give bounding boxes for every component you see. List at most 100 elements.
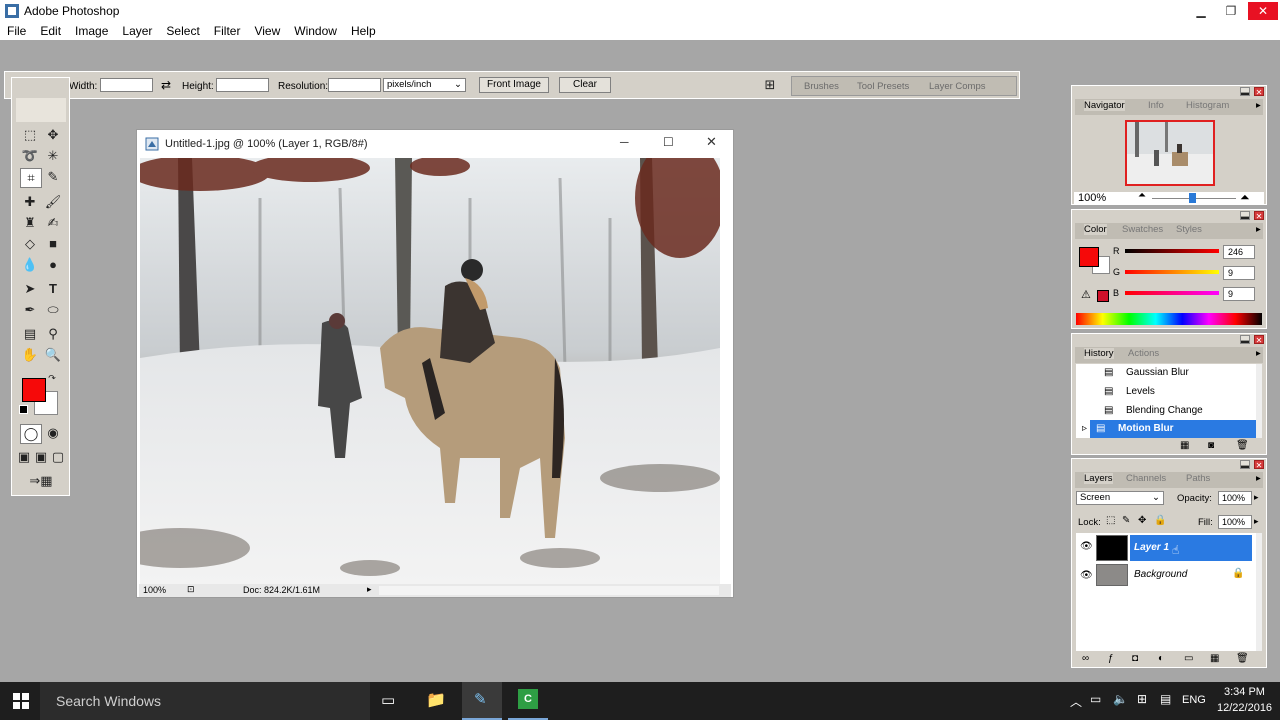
palette-minimize-icon[interactable]: ▬ (1240, 460, 1250, 470)
history-brush-tool-icon[interactable]: ✍ (43, 214, 63, 232)
opacity-input[interactable]: 100% (1218, 491, 1252, 505)
visibility-eye-icon[interactable]: 👁 (1080, 570, 1093, 581)
slice-tool-icon[interactable]: ✎ (43, 168, 63, 186)
height-input[interactable] (216, 78, 269, 92)
palette-menu-icon[interactable]: ▸ (1256, 348, 1261, 359)
g-value-input[interactable]: 9 (1223, 266, 1255, 280)
new-snapshot-icon[interactable]: ◙ (1208, 440, 1214, 451)
doc-close-button[interactable]: ✕ (706, 134, 720, 150)
menu-window[interactable]: Window (287, 22, 344, 40)
visibility-eye-icon[interactable]: 👁 (1080, 541, 1093, 552)
magic-wand-tool-icon[interactable]: ✳ (43, 147, 63, 165)
pen-tool-icon[interactable]: ✒ (20, 301, 40, 319)
r-value-input[interactable]: 246 (1223, 245, 1255, 259)
feather-logo-icon[interactable] (16, 98, 66, 122)
trash-icon[interactable]: 🗑 (1236, 440, 1249, 451)
lock-all-icon[interactable]: 🔒 (1154, 515, 1166, 526)
brush-tool-icon[interactable]: 🖌 (43, 193, 63, 211)
palette-close-icon[interactable]: ✕ (1254, 460, 1264, 470)
eyedropper-tool-icon[interactable]: ⚲ (43, 325, 63, 343)
tab-history[interactable]: History (1084, 348, 1114, 359)
tab-histogram[interactable]: Histogram (1186, 100, 1229, 111)
tab-styles[interactable]: Styles (1176, 224, 1202, 235)
doc-minimize-button[interactable]: ─ (620, 135, 634, 149)
history-item-active[interactable]: ▹ ▤ Motion Blur (1082, 420, 1256, 438)
clear-button[interactable]: Clear (559, 77, 611, 93)
g-slider[interactable] (1125, 270, 1219, 274)
language-indicator[interactable]: ENG (1182, 694, 1206, 706)
image-canvas[interactable] (140, 158, 720, 584)
zoom-out-icon[interactable]: ⏶ (1138, 190, 1146, 201)
lock-transparent-icon[interactable]: ⬚ (1106, 515, 1115, 526)
dodge-tool-icon[interactable]: ● (43, 256, 63, 274)
palette-menu-icon[interactable]: ▸ (1256, 224, 1261, 235)
palette-minimize-icon[interactable]: ▬ (1240, 87, 1250, 97)
menu-edit[interactable]: Edit (33, 22, 68, 40)
file-explorer-icon[interactable]: 📁 (426, 690, 446, 710)
palette-menu-icon[interactable]: ▸ (1256, 100, 1261, 111)
type-tool-icon[interactable]: T (43, 280, 63, 298)
blur-tool-icon[interactable]: 💧 (20, 256, 40, 274)
maximize-button[interactable]: ❐ (1216, 2, 1246, 20)
menu-layer[interactable]: Layer (115, 22, 159, 40)
gamut-warning-icon[interactable]: ⚠ (1081, 288, 1091, 301)
status-menu-icon[interactable]: ⊡ (187, 584, 195, 595)
blend-mode-select[interactable]: Screen ⌄ (1076, 491, 1164, 505)
eraser-tool-icon[interactable]: ◇ (20, 235, 40, 253)
zoom-in-icon[interactable]: ⏶ (1240, 190, 1250, 205)
screen-mode-standard-icon[interactable]: ▣ (16, 448, 32, 466)
well-tab-layer-comps[interactable]: Layer Comps (929, 81, 986, 92)
path-selection-tool-icon[interactable]: ➤ (20, 280, 40, 298)
jump-to-imageready-icon[interactable]: ⇒▦ (20, 472, 62, 490)
palette-minimize-icon[interactable]: ▬ (1240, 211, 1250, 221)
history-item[interactable]: ▤ Levels (1084, 383, 1262, 401)
status-arrow-icon[interactable]: ▸ (367, 584, 372, 595)
task-view-icon[interactable]: ▭ (381, 691, 395, 709)
layer-mask-icon[interactable]: ◘ (1132, 653, 1138, 664)
width-input[interactable] (100, 78, 153, 92)
battery-icon[interactable]: ▭ (1090, 692, 1101, 706)
menu-select[interactable]: Select (159, 22, 206, 40)
adjustment-layer-icon[interactable]: ◐ (1158, 653, 1164, 664)
tab-channels[interactable]: Channels (1126, 473, 1166, 484)
tab-info[interactable]: Info (1148, 100, 1164, 111)
doc-maximize-button[interactable]: ☐ (663, 135, 677, 149)
tab-navigator[interactable]: Navigator (1084, 100, 1125, 111)
history-scrollbar[interactable] (1256, 364, 1262, 438)
clock-date[interactable]: 12/22/2016 (1217, 702, 1272, 714)
horizontal-scrollbar[interactable] (379, 586, 719, 595)
history-item[interactable]: ▤ Blending Change (1084, 402, 1262, 420)
menu-view[interactable]: View (247, 22, 287, 40)
gradient-tool-icon[interactable]: ■ (43, 235, 63, 253)
standard-mode-icon[interactable]: ◯ (20, 424, 42, 444)
layers-scrollbar[interactable] (1256, 533, 1262, 651)
lasso-tool-icon[interactable]: ➰ (20, 147, 40, 165)
screen-mode-menu-icon[interactable]: ▣ (33, 448, 49, 466)
layer-row-background[interactable]: 👁 Background 🔒 (1076, 564, 1252, 590)
new-document-from-state-icon[interactable]: ▦ (1180, 440, 1189, 451)
quick-mask-icon[interactable]: ◉ (43, 424, 63, 442)
layer-style-icon[interactable]: ƒ (1108, 653, 1114, 664)
navigator-thumbnail[interactable] (1125, 120, 1215, 186)
move-tool-icon[interactable]: ✥ (43, 126, 63, 144)
front-image-button[interactable]: Front Image (479, 77, 549, 93)
fill-arrow-icon[interactable]: ▸ (1254, 516, 1259, 527)
clone-stamp-tool-icon[interactable]: ♜ (20, 214, 40, 232)
menu-filter[interactable]: Filter (207, 22, 248, 40)
action-center-icon[interactable]: ▤ (1160, 692, 1171, 706)
close-button[interactable]: ✕ (1248, 2, 1278, 20)
default-colors-icon[interactable] (19, 405, 28, 414)
palette-menu-icon[interactable]: ▸ (1256, 473, 1261, 484)
r-slider[interactable] (1125, 249, 1219, 253)
new-layer-icon[interactable]: ▦ (1210, 653, 1219, 664)
camtasia-taskbar-button[interactable]: C (508, 682, 548, 720)
minimize-button[interactable]: ▁ (1186, 2, 1216, 20)
delete-layer-icon[interactable]: 🗑 (1236, 653, 1249, 664)
screen-mode-full-icon[interactable]: ▢ (50, 448, 66, 466)
lock-image-icon[interactable]: ✎ (1122, 515, 1130, 526)
volume-icon[interactable]: 🔈 (1113, 692, 1128, 706)
swap-colors-icon[interactable]: ↷ (46, 372, 58, 384)
clock-time[interactable]: 3:34 PM (1224, 686, 1265, 698)
shape-tool-icon[interactable]: ⬭ (43, 301, 63, 319)
gamut-color-swatch[interactable] (1097, 290, 1109, 302)
